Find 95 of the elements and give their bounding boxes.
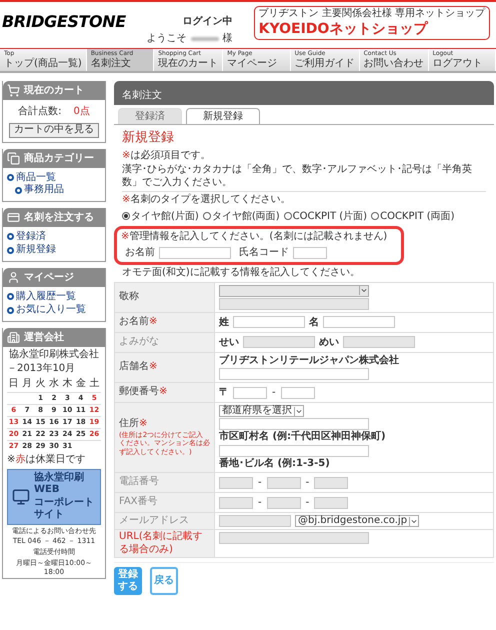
row-label: 店舗名※ — [119, 361, 158, 374]
weekday-label: 土 — [88, 378, 100, 390]
card-type-radio[interactable]: COCKPIT (両面) — [371, 208, 455, 224]
text-field[interactable] — [219, 368, 369, 380]
sidebar-link[interactable]: 購入履歴一覧 — [7, 290, 101, 303]
view-cart-button[interactable]: カートの中を見る — [9, 123, 99, 138]
calendar-month: －2013年10月 — [7, 363, 76, 376]
field-prefix: 〒 — [219, 386, 229, 400]
shop-tagline: ブリヂストン 主要関係会社様 専用ネットショップ — [258, 8, 485, 20]
separator-dash: - — [304, 496, 310, 510]
card-icon — [7, 210, 20, 224]
row-label: 敬称 — [119, 290, 140, 304]
panel-title: 名刺を注文する — [24, 210, 94, 224]
form-tab[interactable]: 登録済 — [118, 108, 182, 124]
field-caption: ブリヂストンリテールジャパン株式会社 — [219, 354, 399, 367]
field-label: お名前 — [125, 246, 155, 260]
weekday-label: 金 — [74, 378, 87, 390]
blurred-name — [190, 36, 219, 40]
caret-icon — [409, 516, 418, 526]
field-prefix: 名 — [309, 316, 319, 330]
caret-icon — [359, 286, 368, 295]
company-name: 協永堂印刷株式会社 — [8, 348, 100, 361]
card-type-radio[interactable]: タイヤ館(片面) — [122, 208, 199, 224]
row-label: お名前※ — [119, 316, 158, 328]
separator-dash: - — [257, 476, 263, 490]
stacked-squares-icon — [7, 152, 20, 164]
weekday-label: 日 — [8, 378, 20, 390]
building-icon — [7, 330, 20, 344]
row-label: メールアドレス — [119, 514, 190, 528]
weekday-label: 火 — [34, 378, 47, 390]
bullet-icon — [7, 293, 14, 300]
card-type-radio[interactable]: タイヤ館(両面) — [202, 208, 280, 224]
form-heading: 新規登録 — [122, 129, 175, 147]
input-note: 漢字･ひらがな･カタカナは「全角」で、数字･アルファベット･記号は「半角英数」でご入力ください。 — [122, 164, 486, 192]
bullet-icon — [7, 246, 14, 254]
row-label: 電話番号 — [119, 476, 160, 489]
bullet-icon — [7, 174, 14, 182]
admin-prompt: ※管理情報を記入してください。(名刺には記載されません) — [121, 230, 388, 243]
weekday-label: 木 — [61, 378, 74, 390]
page-title: 名刺注文 — [122, 90, 162, 101]
panel-title: 商品カテゴリー — [24, 151, 94, 166]
welcome-text: ようこそ — [146, 32, 187, 46]
text-field[interactable] — [280, 386, 315, 398]
field-prefix: 姓 — [219, 316, 229, 330]
separator-dash: - — [304, 476, 310, 490]
field-caption: 番地･ビル名 (例:1-3-5) — [219, 458, 330, 470]
weekday-label: 水 — [48, 378, 60, 390]
separator-dash: - — [271, 386, 277, 400]
front-prompt: オモテ面(和文)に記載する情報を記入してください。 — [121, 267, 361, 280]
row-label: FAX番号 — [119, 496, 159, 509]
weekday-label: 月 — [21, 378, 34, 390]
type-prompt: ※名刺のタイプを選択してください。 — [122, 194, 292, 206]
field-caption: 市区町村名 (例:千代田区神田神保町) — [219, 431, 386, 444]
brand-logo: BRIDGESTONE — [2, 11, 126, 33]
total-label: 合計点数: — [18, 104, 62, 119]
caret-icon — [294, 406, 303, 416]
bullet-icon — [7, 233, 14, 240]
sidebar-link[interactable]: 事務用品 — [15, 184, 101, 196]
card-type-radio[interactable]: COCKPIT (片面) — [284, 208, 368, 224]
panel-title: 運営会社 — [24, 330, 64, 344]
form-tab[interactable]: 新規登録 — [186, 108, 260, 124]
shop-name: KYOEIDOネットショップ — [258, 20, 430, 38]
panel-title: 現在のカート — [24, 84, 84, 98]
honorific-text: 様 — [222, 32, 233, 46]
sidebar-link[interactable]: 新規登録 — [7, 244, 101, 256]
field-prefix: せい — [219, 336, 239, 350]
holiday-legend: ※赤は休業日です — [7, 454, 101, 466]
computer-icon — [12, 488, 30, 506]
row-label: 住所※ — [119, 418, 148, 431]
corporate-site-banner[interactable]: 協永堂印刷 WEB コーポレートサイト — [7, 468, 101, 524]
person-icon — [7, 270, 20, 284]
row-label: よみがな — [119, 336, 160, 348]
sidebar-link[interactable]: お気に入り一覧 — [7, 304, 101, 316]
bullet-icon — [15, 186, 22, 194]
text-field[interactable] — [323, 316, 395, 328]
text-field[interactable] — [159, 246, 231, 258]
text-field[interactable] — [293, 246, 327, 258]
text-field[interactable] — [233, 386, 267, 398]
text-field[interactable] — [219, 418, 369, 430]
row-label: URL(名刺に記載する場合のみ) — [119, 531, 204, 556]
required-note: ※は必須項目です。 — [122, 150, 212, 162]
separator-dash: - — [257, 496, 263, 510]
total-value: 0点 — [74, 104, 90, 119]
text-field[interactable] — [219, 444, 369, 456]
cart-icon — [7, 84, 20, 97]
field-label: 氏名コード — [239, 246, 289, 260]
sidebar-link[interactable]: 商品一覧 — [7, 172, 101, 184]
sidebar-link[interactable]: 登録済 — [7, 230, 101, 243]
bullet-icon — [7, 306, 14, 314]
login-status: ログイン中 — [182, 14, 233, 29]
row-label: 郵便番号※ — [119, 386, 168, 399]
text-field[interactable] — [233, 316, 305, 328]
panel-title: マイページ — [24, 270, 74, 284]
dropdown[interactable]: 都道府県を選択 — [219, 405, 304, 417]
field-prefix: めい — [319, 336, 339, 350]
